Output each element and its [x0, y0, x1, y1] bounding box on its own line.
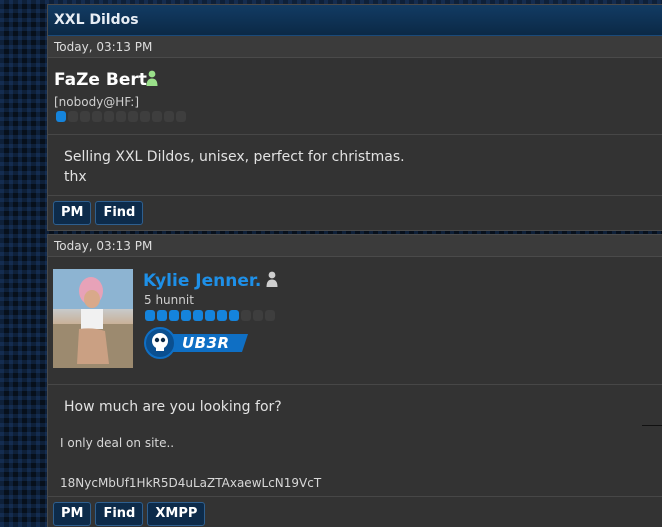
post-author-block: FaZe Bert [nobody@HF:]	[48, 58, 662, 135]
post-date: Today, 03:13 PM	[48, 235, 662, 257]
post-text-line: How much are you looking for?	[64, 399, 282, 415]
post-body: Selling XXL Dildos, unisex, perfect for …	[48, 135, 662, 199]
reputation-pip	[140, 111, 150, 122]
username-link[interactable]: Kylie Jenner.	[143, 271, 261, 291]
divider	[48, 195, 662, 196]
reputation-pip	[128, 111, 138, 122]
post-buttons: PM Find	[53, 201, 144, 225]
reply-panel: Today, 03:13 PM Kylie Jenner. 5 hunnit U…	[47, 234, 662, 527]
reputation-pip	[157, 310, 167, 321]
post-date: Today, 03:13 PM	[48, 36, 662, 58]
thread-title: XXL Dildos	[48, 5, 662, 36]
reputation-pip	[145, 310, 155, 321]
pm-button[interactable]: PM	[53, 201, 92, 225]
find-button[interactable]: Find	[95, 502, 144, 526]
reputation-pip	[229, 310, 239, 321]
post-body: How much are you looking for?	[48, 385, 662, 429]
find-button[interactable]: Find	[95, 201, 144, 225]
user-online-icon	[146, 70, 158, 86]
xmpp-button[interactable]: XMPP	[147, 502, 206, 526]
divider	[48, 496, 662, 497]
reputation-pip	[253, 310, 263, 321]
reputation-bar	[145, 310, 275, 321]
reputation-pip	[205, 310, 215, 321]
reputation-pip	[116, 111, 126, 122]
reputation-pip	[193, 310, 203, 321]
usertitle: [nobody@HF:]	[54, 95, 140, 109]
reputation-pip	[92, 111, 102, 122]
badge-label: UB3R	[182, 334, 230, 352]
post-author-block: Kylie Jenner. 5 hunnit UB3R	[48, 257, 662, 385]
username-link[interactable]: FaZe Bert	[54, 70, 147, 90]
post-buttons: PM Find XMPP	[53, 502, 206, 526]
signature-line: I only deal on site..	[60, 436, 175, 450]
thread-panel: XXL Dildos Today, 03:13 PM FaZe Bert [no…	[47, 4, 662, 231]
reputation-pip	[56, 111, 66, 122]
post-text-line: thx	[64, 169, 87, 185]
reputation-pip	[217, 310, 227, 321]
reputation-pip	[181, 310, 191, 321]
avatar-image	[53, 269, 133, 368]
usertitle: 5 hunnit	[144, 293, 194, 307]
signature-btc-address: 18NycMbUf1HkR5D4uLaZTAxaewLcN19VcT	[60, 476, 322, 490]
reputation-pip	[241, 310, 251, 321]
reputation-bar	[56, 111, 186, 122]
reputation-pip	[164, 111, 174, 122]
reputation-pip	[152, 111, 162, 122]
divider	[642, 425, 662, 426]
user-offline-icon	[266, 271, 278, 287]
post-text-line: Selling XXL Dildos, unisex, perfect for …	[64, 149, 405, 165]
reputation-pip	[176, 111, 186, 122]
reputation-pip	[104, 111, 114, 122]
reputation-pip	[80, 111, 90, 122]
ub3r-badge: UB3R	[144, 327, 250, 359]
reputation-pip	[68, 111, 78, 122]
pm-button[interactable]: PM	[53, 502, 92, 526]
reputation-pip	[265, 310, 275, 321]
avatar[interactable]	[53, 269, 133, 368]
reputation-pip	[169, 310, 179, 321]
